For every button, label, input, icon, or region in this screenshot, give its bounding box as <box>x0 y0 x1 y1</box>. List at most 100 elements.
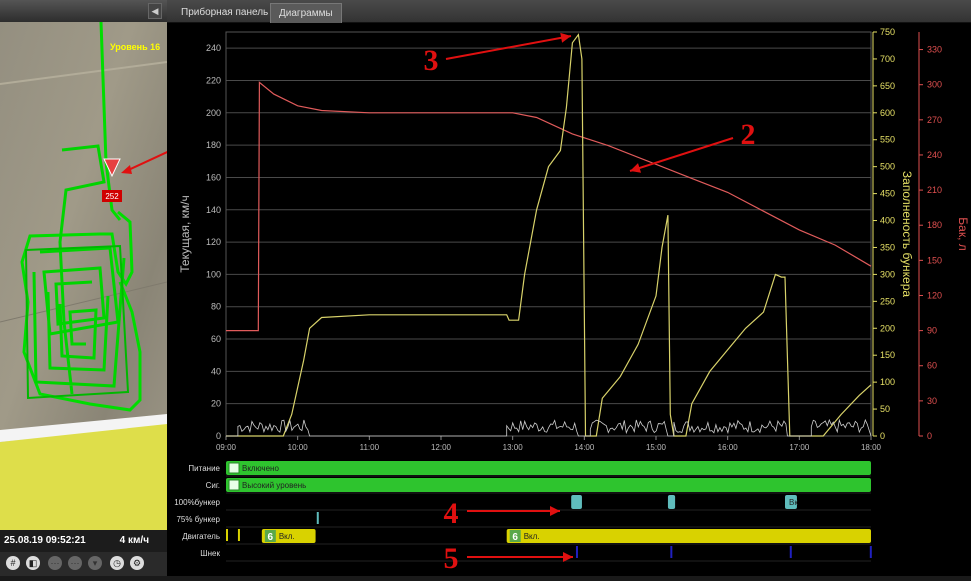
signal-icon <box>228 479 240 491</box>
annotation-number: 5 <box>444 542 459 575</box>
map-status-bar: 25.08.19 09:52:21 4 км/ч <box>0 530 167 552</box>
hopper-tick-label: 0 <box>880 431 885 441</box>
hopper-tick-label: 450 <box>880 189 895 199</box>
time-tick-label: 09:00 <box>216 443 237 452</box>
tank-tick-label: 300 <box>927 80 942 90</box>
annotation-number: 2 <box>741 118 756 151</box>
ruler-icon[interactable]: ⋯ <box>48 556 62 570</box>
chevron-down-icon[interactable]: ▾ <box>88 556 102 570</box>
left-axis-title: Текущая, км/ч <box>178 195 192 273</box>
tank-tick-label: 180 <box>927 220 942 230</box>
tank-tick-label: 330 <box>927 45 942 55</box>
grid-icon[interactable]: # <box>6 556 20 570</box>
tank-tick-label: 120 <box>927 290 942 300</box>
time-tick-label: 10:00 <box>288 443 309 452</box>
hopper-tick-label: 500 <box>880 162 895 172</box>
time-tick-label: 14:00 <box>574 443 595 452</box>
unit-badge-text: 252 <box>105 192 119 201</box>
hopper-tick-label: 550 <box>880 135 895 145</box>
time-tick-label: 11:00 <box>360 443 380 452</box>
time-tick-label: 13:00 <box>503 443 524 452</box>
tank-axis-title: Бак, л <box>956 217 970 250</box>
engine-badge-text: 6 <box>268 532 274 543</box>
hopper-tick-label: 150 <box>880 350 895 360</box>
track-label: 100%бункер <box>174 498 220 507</box>
clock-icon[interactable]: ◷ <box>110 556 124 570</box>
chart-canvas[interactable]: 020406080100120140160180200220240 050100… <box>167 23 971 576</box>
map-canvas[interactable]: 252 Уровень 16 1 <box>0 22 167 530</box>
left-tick-label: 80 <box>211 302 221 312</box>
hopper-tick-label: 400 <box>880 216 895 226</box>
hopper-tick-label: 600 <box>880 108 895 118</box>
track-label: Сиг. <box>206 481 220 490</box>
track-bar[interactable] <box>667 495 676 509</box>
left-tick-label: 220 <box>206 75 221 85</box>
left-tick-label: 180 <box>206 140 221 150</box>
track-bar[interactable] <box>226 461 871 475</box>
power-icon <box>228 462 240 474</box>
left-tick-label: 120 <box>206 237 221 247</box>
level-label: Уровень 16 <box>110 42 160 52</box>
tank-tick-label: 90 <box>927 326 937 336</box>
time-tick-label: 18:00 <box>861 443 882 452</box>
hopper-axis-title: Заполненость бункера <box>900 171 914 297</box>
hopper-tick-label: 200 <box>880 323 895 333</box>
ruler-icon[interactable]: ⋯ <box>68 556 82 570</box>
diagram-panel: 0 20 40 60 80 100 120 140 160 180 200 220 240 0 50 100… <box>167 23 971 576</box>
track-bar[interactable] <box>789 546 792 558</box>
hopper-tick-label: 250 <box>880 296 895 306</box>
left-tick-label: 40 <box>211 366 221 376</box>
track-bar[interactable] <box>506 529 871 543</box>
tank-tick-label: 30 <box>927 396 937 406</box>
tank-tick-label: 60 <box>927 361 937 371</box>
map-tools: # ◧ ⋯ ⋯ ▾ ◷ ⚙ <box>0 552 167 576</box>
engine-badge-text: 6 <box>512 532 518 543</box>
left-tick-label: 140 <box>206 205 221 215</box>
tank-tick-label: 240 <box>927 150 942 160</box>
track-bar[interactable] <box>670 546 673 558</box>
track-label: Шнек <box>200 549 220 558</box>
collapse-panel-button[interactable]: ◀ <box>148 3 162 19</box>
tank-tick-label: 0 <box>927 431 932 441</box>
track-bar[interactable] <box>869 546 872 558</box>
hopper-tick-label: 300 <box>880 269 895 279</box>
track-bar-label: Вк <box>789 498 798 507</box>
hopper-tick-label: 750 <box>880 27 895 37</box>
left-tick-label: 100 <box>206 269 221 279</box>
track-bar[interactable] <box>226 529 228 541</box>
time-tick-label: 15:00 <box>646 443 667 452</box>
left-tick-label: 200 <box>206 108 221 118</box>
left-tick-label: 160 <box>206 172 221 182</box>
hopper-tick-label: 350 <box>880 242 895 252</box>
map-toolbar: ◀ <box>0 0 167 23</box>
tab-diagrams[interactable]: Диаграммы <box>270 3 342 23</box>
layer-icon[interactable]: ◧ <box>26 556 40 570</box>
track-bar[interactable] <box>575 546 578 558</box>
time-tick-label: 16:00 <box>718 443 739 452</box>
tab-dashboard[interactable]: Приборная панель <box>173 3 276 22</box>
hopper-tick-label: 700 <box>880 54 895 64</box>
track-label: Питание <box>188 464 220 473</box>
speed-readout: 4 км/ч <box>119 535 149 546</box>
hopper-tick-label: 50 <box>880 404 890 414</box>
track-bar[interactable] <box>226 478 871 492</box>
time-tick-label: 17:00 <box>789 443 810 452</box>
tank-tick-label: 270 <box>927 115 942 125</box>
track-bar-label: Высокий уровень <box>242 481 306 490</box>
left-tick-label: 0 <box>216 431 221 441</box>
track-bar-label: Включено <box>242 464 279 473</box>
gear-icon[interactable]: ⚙ <box>130 556 144 570</box>
satellite-map[interactable]: 252 Уровень 16 1 <box>0 22 167 530</box>
time-tick-label: 12:00 <box>431 443 452 452</box>
track-bar[interactable] <box>571 495 582 509</box>
track-label: Двигатель <box>182 532 220 541</box>
datetime-readout: 25.08.19 09:52:21 <box>4 535 86 546</box>
hopper-tick-label: 100 <box>880 377 895 387</box>
left-tick-label: 60 <box>211 334 221 344</box>
left-tick-label: 240 <box>206 43 221 53</box>
map-panel: ◀ 252 Уровень 16 25.08.19 09:52:21 4 км/… <box>0 0 167 576</box>
track-bar-label: Вкл. <box>524 532 540 541</box>
track-bar[interactable] <box>316 512 319 524</box>
track-bar[interactable] <box>237 529 240 541</box>
left-tick-label: 20 <box>211 399 221 409</box>
